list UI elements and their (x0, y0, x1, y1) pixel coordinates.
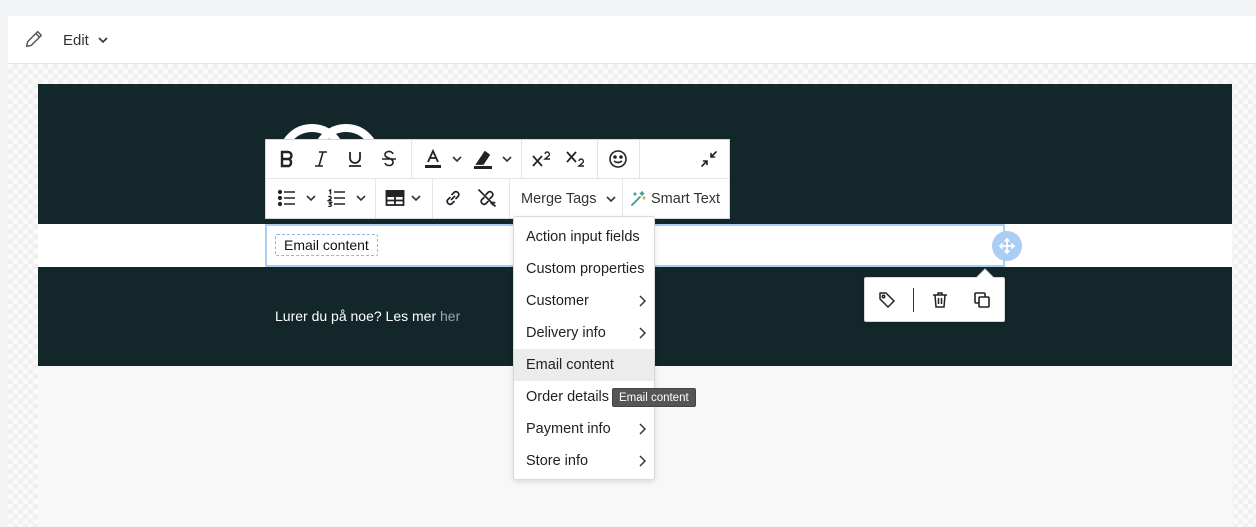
collapse-icon (701, 151, 717, 167)
window-top-strip (0, 0, 1256, 16)
menu-item-action-input-fields[interactable]: Action input fields (514, 221, 654, 253)
menu-item-payment-info[interactable]: Payment info (514, 413, 654, 445)
unlink-button[interactable] (476, 187, 498, 209)
link-button[interactable] (442, 187, 464, 209)
chevron-down-icon (502, 156, 512, 163)
toolbar-row-formatting (266, 140, 729, 179)
bold-button[interactable] (276, 148, 298, 170)
pencil-icon[interactable] (23, 28, 45, 50)
chevron-down-icon (98, 37, 108, 44)
menu-item-customer[interactable]: Customer (514, 285, 654, 317)
numbered-list-icon (327, 189, 345, 207)
menu-item-label: Payment info (526, 421, 611, 437)
chevron-right-icon (639, 327, 646, 339)
chevron-right-icon (639, 423, 646, 435)
table-button[interactable] (384, 187, 406, 209)
highlight-button[interactable] (472, 148, 494, 170)
menu-item-delivery-info[interactable]: Delivery info (514, 317, 654, 349)
menu-item-label: Store info (526, 453, 589, 469)
footer-question: Lurer du på noe? Les mer (275, 308, 440, 324)
merge-tags-label: Merge Tags (521, 190, 597, 207)
chevron-right-icon (639, 295, 646, 307)
superscript-button[interactable] (530, 148, 554, 170)
superscript-icon (532, 151, 551, 167)
strikethrough-button[interactable] (378, 148, 400, 170)
tag-icon (879, 292, 895, 308)
trash-icon (933, 292, 947, 308)
footer-text: Lurer du på noe? Les mer her (275, 308, 460, 324)
font-color-dropdown[interactable] (450, 152, 464, 166)
delete-button[interactable] (929, 289, 951, 311)
toolbar-separator (432, 179, 433, 218)
bulleted-list-dropdown[interactable] (304, 191, 318, 205)
tag-button[interactable] (876, 289, 898, 311)
toolbar-separator (509, 179, 510, 218)
italic-button[interactable] (310, 148, 332, 170)
toolbar-separator (639, 140, 640, 179)
move-handle[interactable] (992, 231, 1022, 261)
smart-text-label: Smart Text (651, 190, 721, 207)
move-icon (999, 238, 1015, 254)
chevron-down-icon (605, 195, 616, 202)
menu-item-label: Customer (526, 293, 589, 309)
toolbar-separator (375, 179, 376, 218)
smart-text-button[interactable]: Smart Text (630, 179, 720, 218)
subscript-button[interactable] (564, 148, 588, 170)
bulleted-list-icon (277, 189, 295, 207)
font-color-icon (425, 149, 441, 168)
duplicate-icon (974, 292, 990, 308)
menu-item-label: Email content (526, 357, 614, 373)
menu-item-label: Action input fields (526, 229, 640, 245)
popover-separator (913, 288, 914, 312)
menu-item-label: Order details (526, 389, 610, 405)
toolbar-separator (411, 140, 412, 179)
toolbar-separator (521, 140, 522, 179)
highlight-icon (474, 150, 492, 169)
menu-item-label: Delivery info (526, 325, 606, 341)
chevron-down-icon (411, 195, 421, 202)
subscript-icon (566, 151, 585, 167)
footer-link[interactable]: her (440, 308, 460, 324)
duplicate-button[interactable] (971, 289, 993, 311)
highlight-dropdown[interactable] (500, 152, 514, 166)
chevron-down-icon (356, 195, 366, 202)
unlink-icon (478, 189, 496, 207)
toolbar-separator (597, 140, 598, 179)
underline-icon (349, 152, 361, 167)
emoji-button[interactable] (607, 148, 629, 170)
block-actions-popover (864, 268, 1005, 322)
table-dropdown[interactable] (409, 191, 423, 205)
link-icon (446, 190, 460, 206)
edit-mode-dropdown[interactable]: Edit (63, 28, 109, 52)
bold-icon (280, 150, 293, 168)
chevron-down-icon (306, 195, 316, 202)
edit-mode-label: Edit (63, 31, 89, 49)
menu-item-label: Custom properties (526, 261, 645, 277)
table-icon (385, 190, 405, 206)
numbered-list-dropdown[interactable] (354, 191, 368, 205)
menu-item-email-content[interactable]: Email content (514, 349, 654, 381)
bulleted-list-button[interactable] (276, 187, 298, 209)
editor-top-toolbar: Edit (8, 16, 1256, 64)
chevron-down-icon (452, 156, 462, 163)
strikethrough-icon (382, 150, 396, 167)
font-color-button[interactable] (422, 148, 444, 170)
merge-tags-button[interactable]: Merge Tags (521, 179, 617, 218)
menu-item-store-info[interactable]: Store info (514, 445, 654, 477)
merge-tags-menu: Action input fields Custom properties Cu… (513, 216, 655, 480)
merge-tag-chip[interactable]: Email content (275, 234, 378, 256)
italic-icon (315, 151, 327, 167)
toolbar-row-structure: Merge Tags Smart Text (266, 179, 729, 218)
menu-item-custom-properties[interactable]: Custom properties (514, 253, 654, 285)
underline-button[interactable] (344, 148, 366, 170)
numbered-list-button[interactable] (326, 187, 348, 209)
rich-text-toolbar: Merge Tags Smart Text (265, 139, 730, 219)
chevron-right-icon (639, 455, 646, 467)
emoji-icon (609, 150, 627, 168)
magic-wand-icon (631, 190, 646, 206)
menu-tooltip: Email content (612, 388, 696, 407)
toolbar-separator (622, 179, 623, 218)
collapse-toolbar-button[interactable] (698, 148, 720, 170)
